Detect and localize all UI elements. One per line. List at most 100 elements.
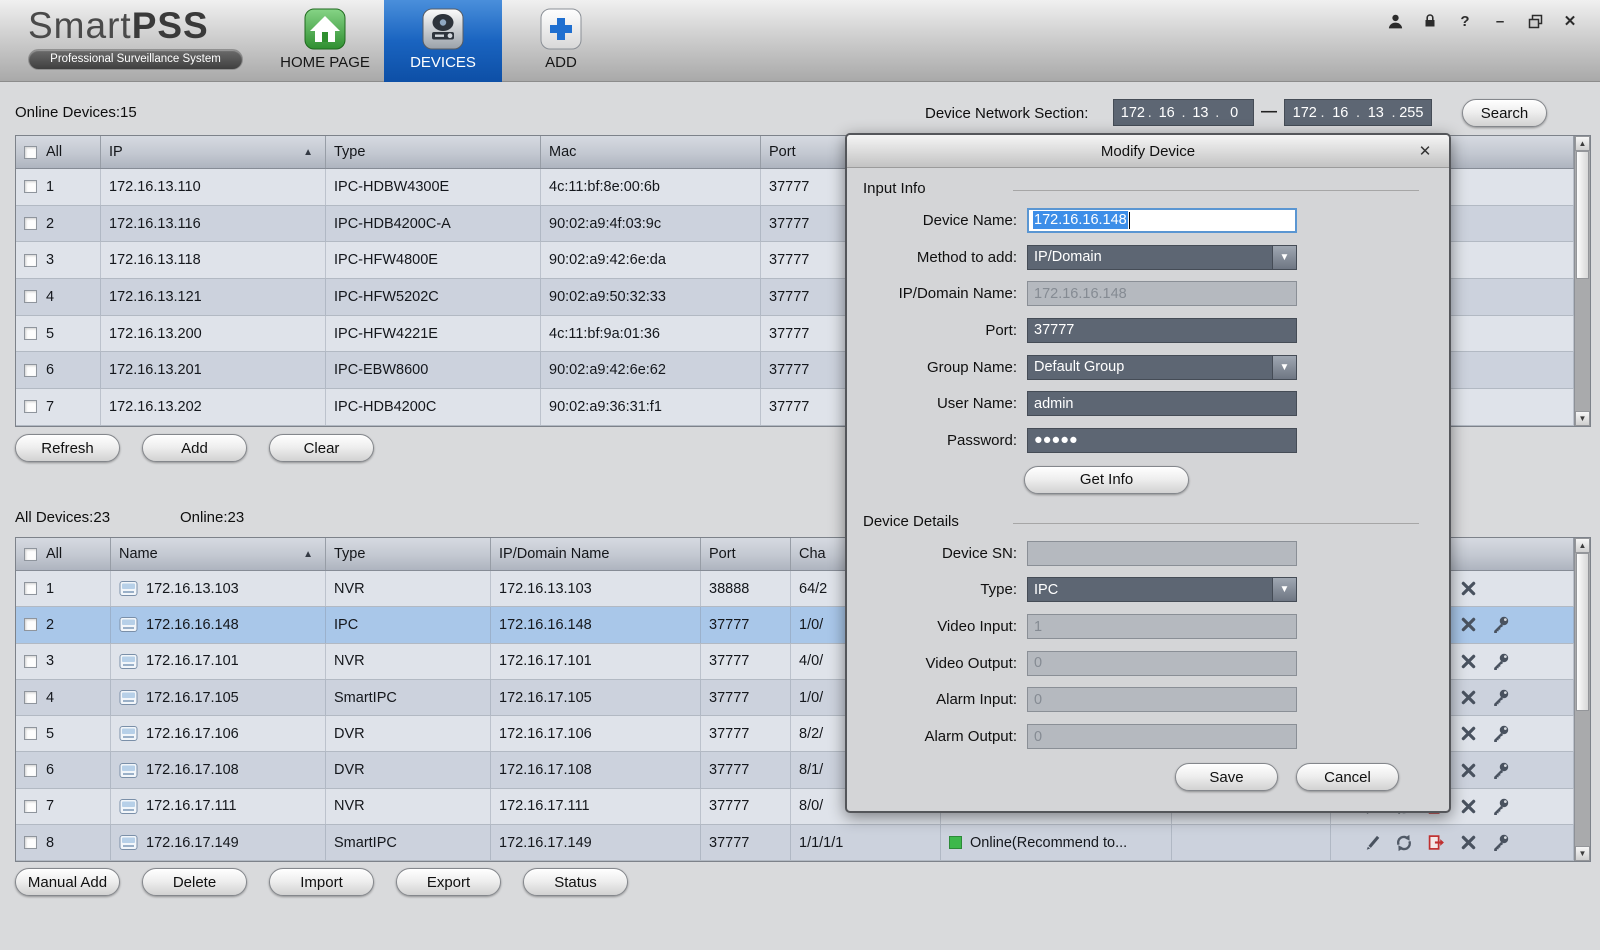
status-button[interactable]: Status xyxy=(523,868,628,896)
column-header-type[interactable]: Type xyxy=(326,136,541,168)
refresh-icon[interactable] xyxy=(1393,832,1415,854)
delete-icon[interactable] xyxy=(1457,687,1479,709)
all-devices-scrollbar[interactable]: ▲ ▼ xyxy=(1574,538,1590,861)
search-button[interactable]: Search xyxy=(1462,99,1547,127)
scroll-up-icon[interactable]: ▲ xyxy=(1575,538,1590,553)
row-checkbox[interactable] xyxy=(24,290,37,303)
clear-button[interactable]: Clear xyxy=(269,434,374,462)
device-name: 172.16.17.149 xyxy=(146,835,239,851)
key-icon[interactable] xyxy=(1489,832,1511,854)
column-header-mac[interactable]: Mac xyxy=(541,136,761,168)
row-number: 3 xyxy=(46,653,54,669)
add-button[interactable]: Add xyxy=(142,434,247,462)
close-icon[interactable]: ✕ xyxy=(1560,11,1580,31)
key-icon[interactable] xyxy=(1489,795,1511,817)
key-icon[interactable] xyxy=(1489,687,1511,709)
row-checkbox[interactable] xyxy=(24,327,37,340)
refresh-button[interactable]: Refresh xyxy=(15,434,120,462)
import-button[interactable]: Import xyxy=(269,868,374,896)
tab-add[interactable]: ADD xyxy=(502,0,620,82)
scroll-down-icon[interactable]: ▼ xyxy=(1575,411,1590,426)
column-header-ip-domain-name[interactable]: IP/Domain Name xyxy=(491,538,701,570)
sort-asc-icon[interactable]: ▲ xyxy=(303,147,313,158)
edit-icon[interactable] xyxy=(1361,832,1383,854)
delete-icon[interactable] xyxy=(1457,723,1479,745)
tab-devices[interactable]: DEVICES xyxy=(384,0,502,82)
table-row[interactable]: 8172.16.17.149SmartIPC172.16.17.14937777… xyxy=(16,825,1574,861)
scroll-up-icon[interactable]: ▲ xyxy=(1575,136,1590,151)
key-icon[interactable] xyxy=(1489,650,1511,672)
row-checkbox[interactable] xyxy=(24,254,37,267)
delete-icon[interactable] xyxy=(1457,650,1479,672)
row-checkbox[interactable] xyxy=(24,618,37,631)
port-field[interactable]: 37777 xyxy=(1027,318,1297,343)
cancel-button[interactable]: Cancel xyxy=(1296,763,1399,791)
help-icon[interactable]: ? xyxy=(1455,11,1475,31)
dropdown-icon[interactable]: ▼ xyxy=(1272,356,1296,379)
tab-home-page[interactable]: HOME PAGE xyxy=(266,0,384,82)
lock-icon[interactable] xyxy=(1420,11,1440,31)
group-name-row: Group Name:Default Group▼ xyxy=(847,349,1449,386)
delete-icon[interactable] xyxy=(1457,614,1479,636)
user-name-row: User Name:admin xyxy=(847,385,1449,422)
dropdown-icon[interactable]: ▼ xyxy=(1272,578,1296,601)
column-header-ip[interactable]: IP▲ xyxy=(101,136,326,168)
row-checkbox[interactable] xyxy=(24,582,37,595)
export-button[interactable]: Export xyxy=(396,868,501,896)
delete-icon[interactable] xyxy=(1457,759,1479,781)
delete-button[interactable]: Delete xyxy=(142,868,247,896)
network-end-ip-input[interactable]: 172.16.13.255 xyxy=(1284,99,1432,126)
column-header-name[interactable]: Name▲ xyxy=(111,538,326,570)
key-icon[interactable] xyxy=(1489,614,1511,636)
type-field[interactable]: IPC▼ xyxy=(1027,577,1297,602)
sort-asc-icon[interactable]: ▲ xyxy=(303,549,313,560)
delete-icon[interactable] xyxy=(1457,578,1479,600)
row-checkbox[interactable] xyxy=(24,400,37,413)
type-cell: IPC-HDB4200C-A xyxy=(326,206,541,242)
method-to-add-field[interactable]: IP/Domain ▼ xyxy=(1027,245,1297,270)
manual-add-button[interactable]: Manual Add xyxy=(15,868,120,896)
close-icon[interactable]: ✕ xyxy=(1415,141,1435,161)
column-header-port[interactable]: Port xyxy=(701,538,791,570)
row-checkbox[interactable] xyxy=(24,364,37,377)
dropdown-icon[interactable]: ▼ xyxy=(1272,246,1296,269)
device-name-field[interactable]: 172.16.16.148 xyxy=(1027,208,1297,233)
delete-icon[interactable] xyxy=(1457,795,1479,817)
video-input-label: Video Input: xyxy=(847,618,1027,635)
get-info-button[interactable]: Get Info xyxy=(1024,466,1189,494)
ip-cell: 172.16.16.148 xyxy=(491,607,701,642)
logout-icon[interactable] xyxy=(1425,832,1447,854)
online-devices-scrollbar[interactable]: ▲ ▼ xyxy=(1574,136,1590,426)
video-input-field: 1 xyxy=(1027,614,1297,639)
scroll-down-icon[interactable]: ▼ xyxy=(1575,846,1590,861)
row-checkbox[interactable] xyxy=(24,691,37,704)
user-icon[interactable] xyxy=(1385,11,1405,31)
minimize-icon[interactable]: – xyxy=(1490,11,1510,31)
row-number: 3 xyxy=(46,252,54,268)
row-checkbox[interactable] xyxy=(24,764,37,777)
column-header-all[interactable]: All xyxy=(16,136,101,168)
restore-icon[interactable] xyxy=(1525,11,1545,31)
user-name-field[interactable]: admin xyxy=(1027,391,1297,416)
field-value: IP/Domain xyxy=(1034,249,1102,265)
row-checkbox[interactable] xyxy=(24,217,37,230)
row-checkbox[interactable] xyxy=(24,836,37,849)
select-all-checkbox[interactable] xyxy=(24,146,37,159)
key-icon[interactable] xyxy=(1489,759,1511,781)
delete-icon[interactable] xyxy=(1457,832,1479,854)
scrollbar-thumb[interactable] xyxy=(1576,553,1589,711)
key-icon[interactable] xyxy=(1489,723,1511,745)
row-checkbox[interactable] xyxy=(24,727,37,740)
row-checkbox[interactable] xyxy=(24,800,37,813)
save-button[interactable]: Save xyxy=(1175,763,1278,791)
column-header-all[interactable]: All xyxy=(16,538,111,570)
group-name-field[interactable]: Default Group▼ xyxy=(1027,355,1297,380)
password-field[interactable]: ●●●●● xyxy=(1027,428,1297,453)
scrollbar-thumb[interactable] xyxy=(1576,151,1589,279)
network-start-ip-input[interactable]: 172.16.13.0 xyxy=(1113,99,1254,126)
row-checkbox[interactable] xyxy=(24,180,37,193)
row-checkbox[interactable] xyxy=(24,655,37,668)
name-cell: 172.16.17.105 xyxy=(111,680,326,715)
select-all-checkbox[interactable] xyxy=(24,548,37,561)
column-header-type[interactable]: Type xyxy=(326,538,491,570)
